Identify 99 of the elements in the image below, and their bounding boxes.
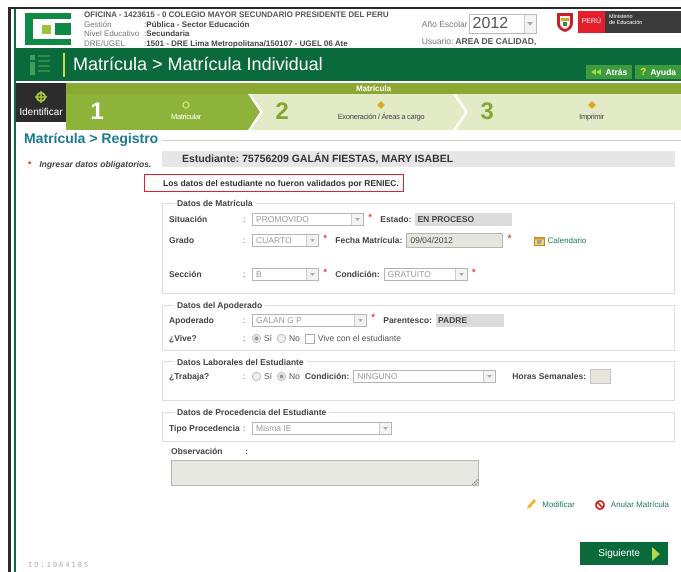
play-icon [652, 546, 660, 560]
dropdown[interactable]: GRATUITO [384, 268, 468, 282]
field-label: Tipo Procedencia [169, 422, 241, 434]
logo-icon [25, 11, 71, 47]
circle-icon [182, 101, 190, 110]
annul-link[interactable]: Anular Matrícula [594, 498, 669, 511]
dropdown[interactable]: Misma IE [252, 422, 392, 434]
radio-option[interactable]: No [277, 370, 300, 383]
field-label: Observación [171, 445, 224, 458]
colon-separator: : [243, 234, 246, 248]
user-label: Usuario: [422, 35, 454, 48]
field-label: Grado [169, 234, 196, 248]
modify-link[interactable]: Modificar [526, 498, 575, 511]
required-asterisk: * [323, 266, 328, 280]
colon-separator: : [144, 20, 146, 29]
caret-icon [310, 239, 315, 242]
user-name: AREA DE CALIDAD, [455, 35, 536, 48]
year-label: Año Escolar [422, 18, 468, 30]
dropdown[interactable]: B [252, 268, 319, 282]
resize-grip-icon [472, 478, 478, 485]
field-value: 1501 - DRE Lima Metropolitana/150107 - UGEL 06 Ate [146, 38, 348, 48]
required-note: Ingresar datos obligatorios. [39, 158, 152, 171]
date-field[interactable]: 09/04/2012 [406, 233, 504, 248]
field-label: ¿Vive? [169, 332, 198, 345]
crosshair-icon [35, 91, 47, 103]
field-label: Estado: [380, 213, 412, 226]
calendar-icon [534, 236, 545, 246]
field-value: Secundaria [146, 29, 190, 38]
section-legend: Datos Laborales del Estudiante [174, 356, 307, 368]
readonly-field: PADRE [436, 314, 504, 327]
field-label: Fecha Matrícula: [335, 234, 402, 248]
caret-icon [527, 22, 534, 26]
field-label: Sección [169, 268, 203, 282]
colon-separator: : [243, 268, 246, 282]
back-button[interactable]: Atrás [586, 65, 632, 79]
help-icon: ? [640, 64, 646, 80]
caret-icon [383, 426, 388, 430]
section-legend: Datos del Apoderado [174, 298, 266, 312]
field-label: ¿Trabaja? [169, 370, 210, 383]
colon-separator: : [243, 370, 246, 383]
required-asterisk: * [323, 232, 328, 246]
colon-separator: : [144, 38, 146, 48]
diamond-icon [588, 101, 596, 110]
year-select[interactable]: 2012 [468, 14, 537, 34]
field-label: Situación [169, 213, 208, 226]
required-asterisk: * [371, 311, 376, 326]
colon-separator: : [243, 332, 246, 345]
list-icon [30, 52, 50, 76]
section-title: Matrícula > Registro [24, 129, 158, 148]
caret-icon [355, 218, 360, 222]
radio-option[interactable]: Sí [252, 370, 272, 383]
dropdown[interactable]: PROMOVIDO [252, 213, 364, 226]
required-asterisk: * [472, 266, 476, 280]
page-title: Matrícula > Matrícula Individual [73, 53, 323, 76]
field-label: Parentesco: [383, 314, 432, 327]
caret-icon [458, 273, 464, 276]
dropdown[interactable]: CUARTO [252, 234, 319, 248]
colon-separator: : [243, 213, 246, 226]
required-asterisk: * [28, 158, 32, 171]
section-legend: Datos de Procedencia del Estudiante [174, 406, 330, 419]
help-button[interactable]: ? Ayuda [635, 65, 681, 79]
pencil-icon [526, 499, 536, 510]
student-banner: Estudiante: 75756209 GALÁN FIESTAS, MARY ISABEL [162, 151, 675, 167]
required-asterisk: * [507, 232, 512, 246]
field-label: DRE/UGEL [84, 38, 126, 48]
text-field[interactable] [590, 368, 611, 384]
field-label: Condición: [304, 370, 350, 383]
colon-separator: : [144, 29, 146, 38]
office-name: OFICINA - 1423615 - 0 COLEGIO MAYOR SECUNDARIO PRESIDENTE DEL PERU [84, 10, 389, 20]
field-label: Condición: [335, 268, 380, 282]
radio-option[interactable]: Sí [252, 332, 272, 345]
radio-option[interactable]: No [277, 332, 300, 345]
colon-separator: : [243, 422, 246, 434]
next-button[interactable]: Siguiente [580, 542, 668, 565]
required-asterisk: * [368, 210, 372, 226]
field-value: Pública - Sector Educación [146, 20, 250, 29]
diamond-icon [377, 101, 385, 110]
readonly-field: EN PROCESO [415, 213, 512, 226]
caret-icon [310, 273, 315, 276]
step-group-header: Matrícula [66, 83, 681, 94]
prohibited-icon [594, 500, 605, 510]
double-arrow-icon [591, 69, 602, 75]
colon-separator: : [243, 314, 246, 327]
identify-button[interactable]: Identificar [16, 83, 66, 122]
caret-icon [487, 374, 492, 378]
section-legend: Datos de Matrícula [174, 197, 256, 210]
calendar-link[interactable]: Calendario [534, 234, 586, 247]
crest-icon [554, 11, 575, 33]
caret-icon [358, 319, 363, 322]
dropdown[interactable]: GALAN G P [252, 314, 367, 327]
field-label: Horas Semanales: [512, 370, 586, 383]
observation-field[interactable] [171, 460, 479, 486]
dropdown[interactable]: NINGUNO [353, 370, 496, 383]
field-label: Gestión [84, 20, 113, 29]
alert-message: Los datos del estudiante no fueron validados por RENIEC. [144, 174, 404, 192]
colon-separator: : [245, 445, 248, 458]
field-label: Apoderado [169, 314, 215, 327]
field-label: Nivel Educativo [84, 29, 140, 38]
checkbox-option[interactable]: Vive con el estudiante [304, 332, 401, 345]
